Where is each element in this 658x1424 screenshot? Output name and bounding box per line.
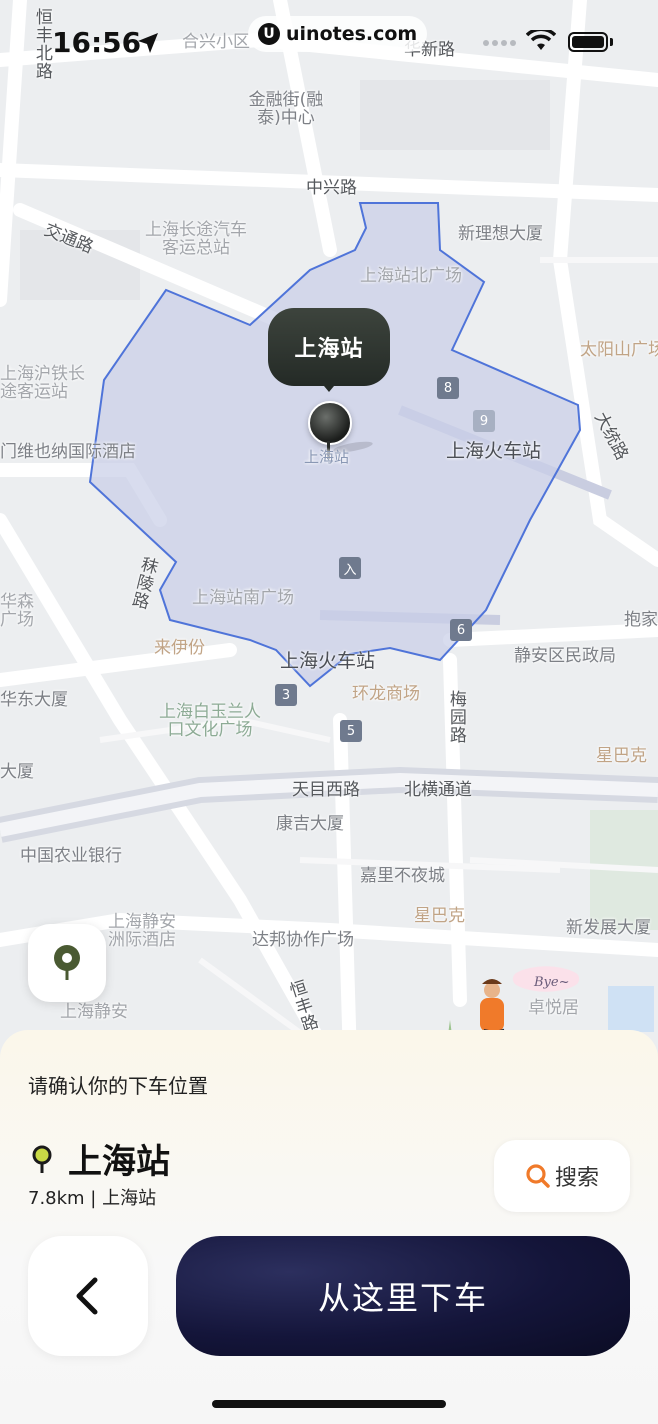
poi-label: 上海沪铁长途客运站 xyxy=(0,364,85,402)
poi-label: 星巴克 xyxy=(596,746,647,766)
poi-label: 抱家 xyxy=(624,610,658,630)
poi-label: 达邦协作广场 xyxy=(252,930,354,950)
status-time: 16:56 xyxy=(52,26,142,59)
poi-label: 中国农业银行 xyxy=(20,846,122,866)
screen: 恒丰北路 合兴小区 华新路 金融街(融泰)中心 中兴路 交通路 上海长途汽车客运… xyxy=(0,0,658,1424)
poi-label: 新理想大厦 xyxy=(458,224,543,244)
poi-label: 门维也纳国际酒店 xyxy=(0,442,136,462)
poi-label: 上海静安洲际酒店 xyxy=(108,912,176,950)
poi-label: 康吉大厦 xyxy=(276,814,344,834)
road-label: 天目西路 xyxy=(292,780,360,800)
poi-label: 来伊份 xyxy=(154,638,205,658)
poi-label: 上海站北广场 xyxy=(360,266,462,286)
map-roads xyxy=(0,0,658,1060)
poi-label: 新发展大厦 xyxy=(566,918,651,938)
poi-label: 星巴克 xyxy=(414,906,465,926)
poi-label: 合兴小区 xyxy=(182,32,250,52)
search-button[interactable]: 搜索 xyxy=(494,1140,630,1212)
marker-callout-tail xyxy=(319,380,339,392)
back-button[interactable] xyxy=(28,1236,148,1356)
poi-label: 华森广场 xyxy=(0,592,34,630)
gate-marker[interactable]: 6 xyxy=(450,619,472,641)
poi-label: 上海长途汽车客运总站 xyxy=(145,220,247,258)
gate-marker[interactable]: 3 xyxy=(275,684,297,706)
confirm-dropoff-button[interactable]: 从这里下车 xyxy=(176,1236,630,1356)
road-label: 梅园路 xyxy=(445,690,466,744)
poi-label: 华东大厦 xyxy=(0,690,68,710)
road-label: 恒丰北路 xyxy=(31,8,52,80)
gate-marker[interactable]: 8 xyxy=(437,377,459,399)
map-view[interactable]: 恒丰北路 合兴小区 华新路 金融街(融泰)中心 中兴路 交通路 上海长途汽车客运… xyxy=(0,0,658,1060)
location-pin-icon xyxy=(54,945,80,980)
battery-icon xyxy=(568,32,608,52)
poi-label: 上海站南广场 xyxy=(192,588,294,608)
search-icon xyxy=(526,1164,550,1188)
place-title: 上海站 xyxy=(68,1142,170,1182)
watermark-badge: U uinotes.com xyxy=(248,16,428,52)
poi-label: 上海火车站 xyxy=(446,440,542,462)
poi-label: 静安区民政局 xyxy=(514,646,616,666)
gate-marker[interactable]: 入 xyxy=(339,557,361,579)
poi-label: 上海白玉兰人口文化广场 xyxy=(159,702,261,740)
location-pin-icon[interactable] xyxy=(308,401,352,445)
sheet-prompt: 请确认你的下车位置 xyxy=(28,1074,208,1098)
chevron-left-icon xyxy=(76,1277,98,1315)
signal-icon xyxy=(483,40,516,46)
road-label: 中兴路 xyxy=(306,178,357,198)
poi-label: 上海火车站 xyxy=(280,650,376,672)
poi-label: 大厦 xyxy=(0,762,34,782)
marker-callout[interactable]: 上海站 xyxy=(268,308,390,386)
poi-label: 太阳山广场 xyxy=(580,340,658,360)
wifi-icon xyxy=(526,30,556,50)
poi-label: 嘉里不夜城 xyxy=(360,866,445,886)
home-indicator[interactable] xyxy=(212,1400,446,1408)
destination-icon xyxy=(32,1145,52,1173)
marker-label: 上海站 xyxy=(304,448,350,466)
gate-marker[interactable]: 5 xyxy=(340,720,362,742)
bye-sign-text: Bye~ xyxy=(533,975,569,990)
watermark-text: uinotes.com xyxy=(286,23,418,45)
location-arrow-icon xyxy=(138,33,158,53)
watermark-logo-icon: U xyxy=(258,23,280,45)
poi-label: 环龙商场 xyxy=(352,684,420,704)
place-detail: 7.8km | 上海站 xyxy=(28,1188,157,1209)
recenter-button[interactable] xyxy=(28,924,106,1002)
gate-marker[interactable]: 9 xyxy=(473,410,495,432)
poi-label: 金融街(融泰)中心 xyxy=(248,90,324,128)
search-button-label: 搜索 xyxy=(554,1166,599,1191)
road-label: 北横通道 xyxy=(404,780,472,800)
battery-cap xyxy=(610,38,613,46)
poi-label: 上海静安 xyxy=(60,1002,128,1022)
